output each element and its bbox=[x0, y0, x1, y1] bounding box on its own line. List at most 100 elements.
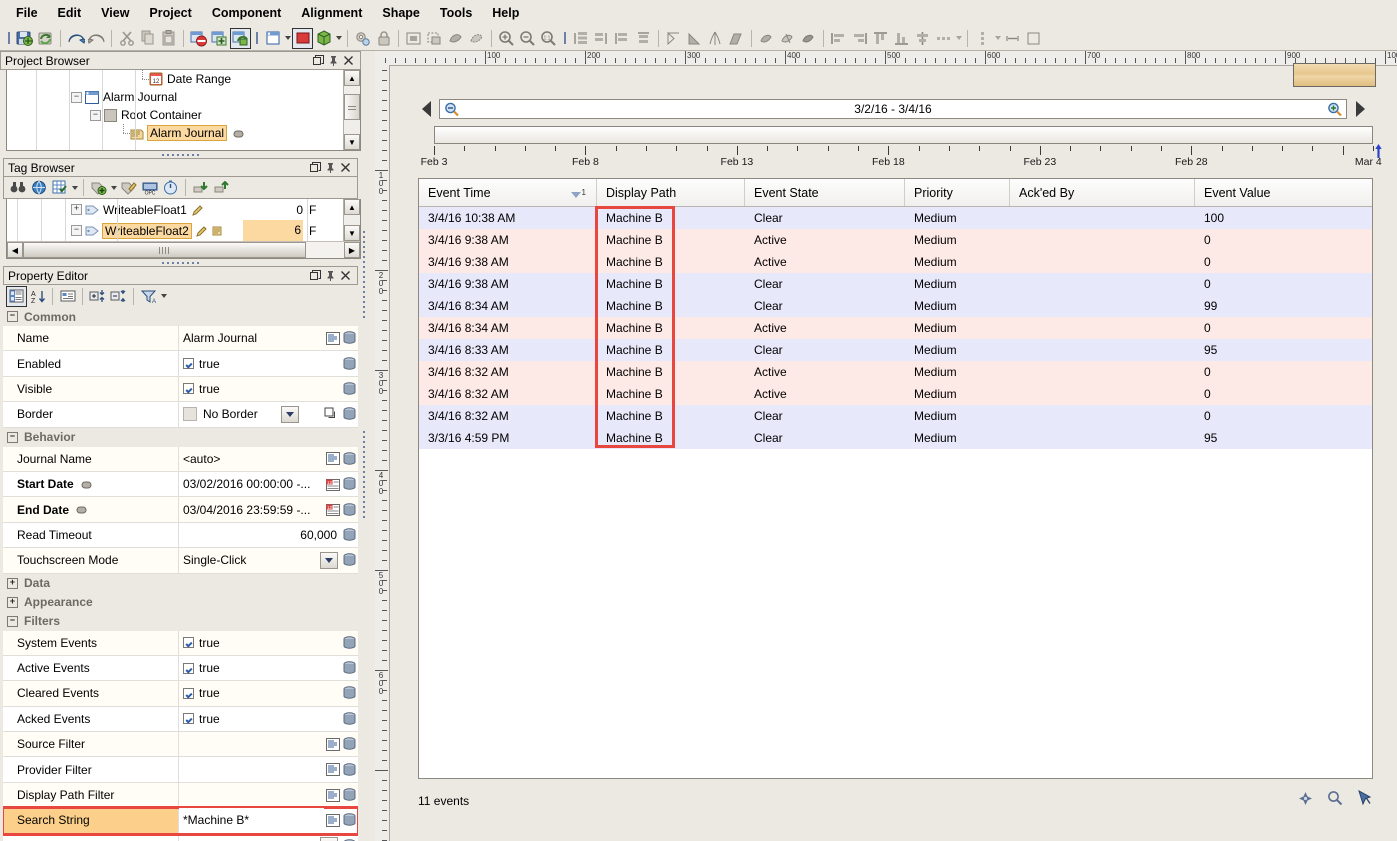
table-row[interactable]: 3/4/16 10:38 AMMachine BClearMedium100 bbox=[419, 207, 1372, 229]
align-bottom-icon[interactable] bbox=[891, 28, 912, 49]
property-value-cell[interactable]: No Border bbox=[179, 402, 321, 426]
scroll-left-arrow[interactable]: ◀ bbox=[7, 242, 23, 258]
tag-browser-vscrollbar[interactable]: ▲ ▼ bbox=[343, 199, 360, 241]
property-row-end-date[interactable]: End Date 03/04/2016 23:59:59 -... 12 bbox=[3, 497, 358, 522]
select-all-icon[interactable] bbox=[403, 28, 424, 49]
close-icon[interactable] bbox=[341, 53, 356, 68]
chevron-down-icon[interactable] bbox=[159, 287, 168, 305]
pin-icon[interactable] bbox=[323, 268, 338, 283]
property-value[interactable] bbox=[179, 732, 324, 756]
chevron-down-icon-2[interactable] bbox=[109, 179, 118, 197]
binding-icon[interactable] bbox=[341, 326, 358, 350]
tag-expander[interactable]: − bbox=[71, 225, 82, 236]
project-browser-scrollbar[interactable]: ▲ ▼ bbox=[343, 70, 360, 150]
menu-alignment[interactable]: Alignment bbox=[291, 3, 372, 23]
timer-icon[interactable] bbox=[160, 177, 181, 198]
column-header-event-time[interactable]: Event Time 1 bbox=[419, 179, 597, 206]
expression-icon[interactable] bbox=[324, 732, 341, 756]
sort-az-icon[interactable]: AZ bbox=[27, 286, 48, 307]
restore-icon[interactable] bbox=[308, 268, 323, 283]
tree-expander[interactable]: − bbox=[90, 110, 101, 121]
table-body[interactable]: 3/4/16 10:38 AMMachine BClearMedium100 3/… bbox=[419, 207, 1372, 449]
menu-project[interactable]: Project bbox=[139, 3, 201, 23]
menu-tools[interactable]: Tools bbox=[430, 3, 482, 23]
binding-icon[interactable] bbox=[341, 681, 358, 705]
property-row-read-timeout[interactable]: Read Timeout 60,000 bbox=[3, 523, 358, 548]
scroll-thumb[interactable] bbox=[344, 94, 360, 120]
date-range-field[interactable]: 3/2/16 - 3/4/16 bbox=[439, 99, 1347, 119]
property-row-min-priority[interactable]: Min Priority Diagnostic bbox=[3, 834, 358, 841]
expression-icon[interactable] bbox=[324, 783, 341, 807]
zoom-in-icon[interactable] bbox=[496, 28, 517, 49]
restore-icon[interactable] bbox=[308, 160, 323, 175]
tag-browser-hscrollbar[interactable]: ◀ ▶ bbox=[7, 241, 360, 258]
tag-expander[interactable]: + bbox=[71, 204, 82, 215]
tag-browser-tree[interactable]: + WriteableFloat1 0 F − WriteableFloat2 bbox=[6, 199, 361, 259]
column-header-display-path[interactable]: Display Path bbox=[597, 179, 745, 206]
calendar-icon[interactable]: 12 bbox=[324, 497, 341, 521]
tree-item-alarm-journal-window[interactable]: − Alarm Journal bbox=[7, 88, 360, 106]
filter-icon[interactable]: A bbox=[138, 286, 159, 307]
expand-toggle[interactable]: + bbox=[7, 578, 18, 589]
column-header-event-state[interactable]: Event State bbox=[745, 179, 905, 206]
chevron-down-icon-2[interactable] bbox=[334, 29, 343, 47]
expression-icon[interactable] bbox=[324, 757, 341, 781]
property-row-touchscreen-mode[interactable]: Touchscreen Mode Single-Click bbox=[3, 548, 358, 573]
tree-item-date-range[interactable]: 12 Date Range bbox=[7, 70, 360, 88]
border-dropdown-button[interactable] bbox=[281, 406, 299, 423]
shape-deselect-icon[interactable] bbox=[466, 28, 487, 49]
property-row-visible[interactable]: Visible true bbox=[3, 377, 358, 402]
property-row-name[interactable]: Name Alarm Journal bbox=[3, 326, 358, 351]
shape-subtract-icon[interactable] bbox=[777, 28, 798, 49]
categorize-icon[interactable] bbox=[6, 286, 27, 307]
space-equal-icon[interactable] bbox=[1023, 28, 1044, 49]
send-backward-icon[interactable] bbox=[633, 28, 654, 49]
active-events-checkbox[interactable] bbox=[183, 663, 194, 674]
property-row-journal-name[interactable]: Journal Name <auto> bbox=[3, 447, 358, 472]
expand-all-icon[interactable] bbox=[87, 286, 108, 307]
property-row-active-events[interactable]: Active Events true bbox=[3, 656, 358, 681]
binding-icon[interactable] bbox=[341, 548, 358, 572]
space-vertical-icon[interactable] bbox=[972, 28, 993, 49]
calendar-icon[interactable]: 12 bbox=[324, 472, 341, 496]
menu-edit[interactable]: Edit bbox=[48, 3, 92, 23]
table-row[interactable]: 3/4/16 8:32 AMMachine BClearMedium0 bbox=[419, 405, 1372, 427]
binding-icon[interactable] bbox=[341, 808, 358, 832]
redo-icon[interactable] bbox=[86, 28, 107, 49]
property-value[interactable]: <auto> bbox=[179, 447, 324, 471]
property-group-appearance[interactable]: + Appearance bbox=[3, 593, 358, 612]
scroll-down-arrow[interactable]: ▼ bbox=[344, 134, 360, 150]
close-icon[interactable] bbox=[338, 160, 353, 175]
stop-red-icon[interactable] bbox=[292, 28, 313, 49]
sort-indicator[interactable]: 1 bbox=[571, 188, 586, 198]
close-icon[interactable] bbox=[338, 268, 353, 283]
column-header-priority[interactable]: Priority bbox=[905, 179, 1010, 206]
menu-help[interactable]: Help bbox=[482, 3, 529, 23]
property-row-search-string[interactable]: Search String *Machine B* bbox=[3, 808, 358, 833]
delete-window-icon[interactable] bbox=[188, 28, 209, 49]
project-browser-tree[interactable]: 12 Date Range − Alarm Journal − Root Con… bbox=[6, 70, 361, 151]
property-row-border[interactable]: Border No Border bbox=[3, 402, 358, 427]
binding-icon[interactable] bbox=[341, 707, 358, 731]
tag-grid-icon[interactable] bbox=[49, 177, 70, 198]
pan-tool-icon[interactable] bbox=[1298, 791, 1313, 809]
new-window-icon[interactable] bbox=[262, 28, 283, 49]
system-events-checkbox[interactable] bbox=[183, 637, 194, 648]
property-value-cell[interactable]: Diagnostic bbox=[179, 834, 341, 841]
scroll-up-arrow[interactable]: ▲ bbox=[344, 70, 360, 86]
hscroll-thumb[interactable] bbox=[23, 242, 306, 258]
cleared-events-checkbox[interactable] bbox=[183, 688, 194, 699]
mirror-icon[interactable] bbox=[705, 28, 726, 49]
table-row[interactable]: 3/4/16 9:38 AMMachine BActiveMedium0 bbox=[419, 251, 1372, 273]
property-value[interactable] bbox=[179, 757, 324, 781]
property-group-common[interactable]: − Common bbox=[3, 307, 358, 326]
bring-front-icon[interactable] bbox=[570, 28, 591, 49]
menu-shape[interactable]: Shape bbox=[372, 3, 430, 23]
shape-intersect-icon[interactable] bbox=[798, 28, 819, 49]
chevron-down-icon-4[interactable] bbox=[993, 29, 1002, 47]
chevron-down-icon-3[interactable] bbox=[954, 29, 963, 47]
binding-icon[interactable] bbox=[341, 757, 358, 781]
binding-icon[interactable] bbox=[341, 783, 358, 807]
binding-icon[interactable] bbox=[341, 447, 358, 471]
property-value[interactable] bbox=[179, 783, 324, 807]
